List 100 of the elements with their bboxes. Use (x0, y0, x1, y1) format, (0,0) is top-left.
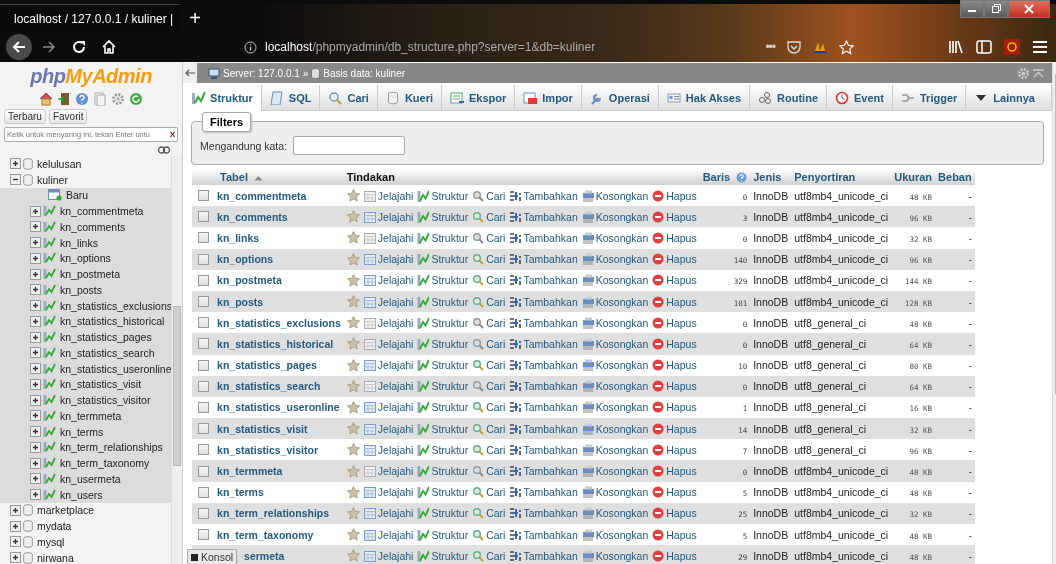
tab[interactable]: Lainnya (966, 85, 1052, 110)
action-link[interactable]: Struktur (417, 549, 469, 562)
action-link[interactable]: Kosongkan (581, 486, 649, 499)
action-link[interactable]: Tambahkan (509, 274, 578, 287)
sort-ascending-icon[interactable] (254, 175, 263, 182)
row-checkbox[interactable] (198, 423, 210, 435)
action-link[interactable]: Hapus (652, 274, 697, 287)
action-link[interactable]: Kosongkan (581, 422, 649, 435)
row-checkbox[interactable] (198, 380, 210, 392)
expand-icon[interactable] (30, 394, 41, 406)
action-link[interactable]: Struktur (417, 359, 469, 372)
action-link[interactable]: Kosongkan (581, 337, 649, 350)
action-link[interactable]: Struktur (417, 507, 469, 520)
table-name-link[interactable]: kn_commentmeta (217, 189, 307, 202)
tree-item[interactable]: kn_terms (58, 425, 104, 438)
tree-item[interactable]: kn_commentmeta (58, 205, 144, 218)
action-link[interactable]: Kosongkan (581, 231, 649, 244)
action-link[interactable]: Struktur (417, 528, 469, 541)
action-link[interactable]: Hapus (652, 465, 697, 478)
row-checkbox[interactable] (198, 486, 210, 498)
tab[interactable]: Hak Akses (658, 85, 751, 110)
table-name-link[interactable]: kn_terms (217, 486, 264, 499)
action-link[interactable]: Cari (472, 231, 506, 244)
star-icon[interactable] (346, 189, 360, 203)
action-link[interactable]: Tambahkan (509, 507, 578, 520)
tab[interactable]: Struktur (183, 85, 262, 111)
action-link[interactable]: Tambahkan (509, 337, 578, 350)
tree-item[interactable]: mysql (35, 535, 65, 548)
action-link[interactable]: Struktur (417, 380, 469, 393)
close-button[interactable] (1008, 0, 1050, 18)
star-icon[interactable] (346, 422, 360, 436)
star-icon[interactable] (346, 337, 360, 351)
tree-item[interactable]: kn_comments (58, 220, 126, 233)
menu-icon[interactable] (1032, 40, 1048, 54)
column-header[interactable]: Tabel (220, 171, 248, 183)
tab[interactable]: Impor (515, 85, 582, 110)
collapse-arrow-button[interactable] (183, 63, 198, 83)
tree-item[interactable]: kn_termmeta (58, 409, 122, 422)
action-link[interactable]: Kosongkan (581, 359, 649, 372)
phpmyadmin-logo[interactable]: phpMyAdmin (4, 65, 179, 88)
action-link[interactable]: Cari (472, 465, 506, 478)
row-checkbox[interactable] (198, 338, 210, 350)
expand-icon[interactable] (10, 158, 21, 170)
back-button[interactable] (6, 34, 32, 60)
star-icon[interactable] (346, 273, 360, 287)
action-link[interactable]: Struktur (417, 465, 469, 478)
tab[interactable]: Trigger (893, 85, 967, 110)
action-link[interactable]: Struktur (417, 231, 469, 244)
action-link[interactable]: Cari (472, 295, 506, 308)
expand-icon[interactable] (10, 520, 21, 532)
filter-input[interactable] (293, 136, 406, 155)
action-link[interactable]: Hapus (652, 210, 697, 223)
action-link[interactable]: Tambahkan (509, 465, 578, 478)
row-checkbox[interactable] (198, 465, 210, 477)
action-link[interactable]: Cari (472, 189, 506, 202)
action-link[interactable]: Kosongkan (581, 443, 649, 456)
expand-icon[interactable] (30, 489, 41, 501)
action-link[interactable]: Tambahkan (509, 359, 578, 372)
document-icon[interactable] (93, 92, 108, 106)
action-link[interactable]: Struktur (417, 443, 469, 456)
expand-icon[interactable] (30, 426, 41, 438)
star-icon[interactable] (346, 485, 360, 499)
action-link[interactable]: Jelajahi (363, 380, 414, 393)
tree-item[interactable]: nirwana (35, 551, 74, 564)
star-icon[interactable] (346, 379, 360, 393)
expand-icon[interactable] (30, 331, 41, 343)
action-link[interactable]: Jelajahi (363, 231, 414, 244)
action-link[interactable]: Cari (472, 401, 506, 414)
action-link[interactable]: Jelajahi (363, 274, 414, 287)
home-icon[interactable] (39, 92, 54, 106)
action-link[interactable]: Jelajahi (363, 549, 414, 562)
expand-icon[interactable] (10, 504, 21, 516)
star-icon[interactable] (346, 549, 360, 563)
row-checkbox[interactable] (198, 211, 210, 223)
action-link[interactable]: Tambahkan (509, 443, 578, 456)
table-name-link[interactable]: kn_statistics_useronline (217, 401, 340, 414)
expand-icon[interactable] (30, 300, 41, 312)
bookmark-star-icon[interactable] (839, 39, 854, 55)
info-icon[interactable] (244, 40, 257, 54)
extension-icon[interactable] (1004, 39, 1020, 55)
action-link[interactable]: Jelajahi (363, 401, 414, 414)
address-field[interactable]: localhost/phpmyadmin/db_structure.php?server=1&db=kuliner (265, 40, 596, 54)
action-link[interactable]: Tambahkan (509, 486, 578, 499)
row-checkbox[interactable] (198, 507, 210, 519)
action-link[interactable]: Hapus (652, 337, 697, 350)
action-link[interactable]: Hapus (652, 253, 697, 266)
action-link[interactable]: Tambahkan (509, 316, 578, 329)
row-checkbox[interactable] (198, 317, 210, 329)
row-checkbox[interactable] (198, 444, 210, 456)
action-link[interactable]: Struktur (417, 337, 469, 350)
star-icon[interactable] (346, 528, 360, 542)
link-icon[interactable] (158, 146, 171, 154)
expand-icon[interactable] (30, 410, 41, 422)
console-button[interactable]: Konsol (187, 549, 238, 564)
action-link[interactable]: Tambahkan (509, 549, 578, 562)
settings-icon[interactable] (1016, 66, 1030, 80)
row-checkbox[interactable] (198, 401, 210, 413)
tree-item[interactable]: kn_statistics_exclusions (58, 299, 173, 312)
action-link[interactable]: Kosongkan (581, 295, 649, 308)
action-link[interactable]: Kosongkan (581, 401, 649, 414)
